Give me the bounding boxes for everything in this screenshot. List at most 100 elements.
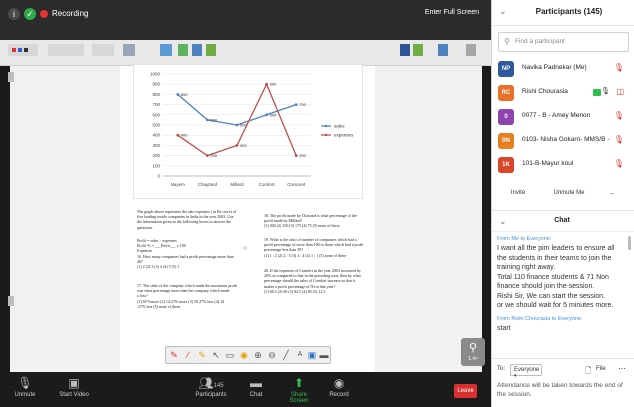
unmute-button[interactable]: 🎙︎ Unmute — [12, 376, 38, 398]
screen-share-icon — [593, 89, 601, 96]
message-text: start — [497, 324, 511, 332]
excel-icon[interactable] — [413, 44, 423, 56]
file-icon[interactable]: 🗋 — [585, 365, 591, 379]
more-icon[interactable]: ▬ — [318, 349, 330, 361]
video-off-icon[interactable]: ◫ — [616, 87, 624, 96]
data-point-expenses — [235, 144, 239, 147]
chat-button[interactable]: ▬ Chat — [244, 376, 268, 398]
question-intro: The graph above represents the sale expe… — [137, 209, 237, 230]
data-point-expenses — [176, 133, 180, 137]
present-icon[interactable] — [438, 44, 448, 56]
red-swatch-icon[interactable] — [12, 48, 16, 52]
zoom-out-icon[interactable]: ⊖ — [266, 349, 278, 361]
data-label-expenses: 300 — [240, 143, 247, 148]
collapse-chevron-icon[interactable]: ⌄ — [499, 216, 507, 227]
message-text: I want all the pim leaders to ensure all… — [497, 245, 615, 309]
recording-label: Recording — [52, 9, 89, 18]
pen-icon[interactable]: ✎ — [168, 349, 180, 361]
share-screen-button[interactable]: ⬆ Share Screen — [281, 376, 317, 404]
eraser-icon[interactable]: ▭ — [224, 349, 236, 361]
data-point-expenses — [265, 82, 268, 86]
participant-row[interactable]: 1K 101-B-Mayur koul 🎙︎ — [492, 154, 634, 176]
settings-icon[interactable] — [466, 44, 476, 56]
highlighter-icon[interactable]: ✎ — [196, 349, 208, 361]
text-icon[interactable]: A — [294, 349, 306, 361]
participant-row[interactable]: 0N 0103- Nisha Gokarn- MMS/B - 🎙︎ — [492, 130, 634, 152]
x-tick-label: Millard — [230, 182, 244, 187]
avatar: 0 — [498, 109, 514, 125]
zoom-in-icon[interactable]: ⊕ — [252, 349, 264, 361]
participant-row[interactable]: RC Rishi Chourasia 🎙︎ ◫ — [492, 82, 634, 104]
info-icon[interactable]: i — [8, 8, 20, 20]
more-options-icon[interactable]: ⋯ — [618, 364, 626, 373]
magnifier-plus-icon: ⚲ — [468, 342, 478, 354]
y-tick-label: 100 — [152, 163, 160, 168]
line-icon[interactable]: ╱ — [280, 349, 292, 361]
participant-name: 0103- Nisha Gokarn- MMS/B - — [522, 136, 610, 143]
line-width-group[interactable] — [92, 44, 114, 56]
line-chart: 01002003004005006007008009001000Nayem Cha… — [133, 64, 363, 199]
black-swatch-icon[interactable] — [24, 48, 28, 52]
data-label-sales: 500 — [240, 123, 247, 128]
recipient-select[interactable]: Everyone ▾ — [510, 364, 542, 379]
mic-muted-icon[interactable]: 🎙︎ — [614, 135, 624, 144]
unmute-me-button[interactable]: Unmute Me — [547, 186, 591, 200]
participants-icon: 👥︎145 — [198, 376, 224, 390]
word-icon[interactable] — [400, 44, 410, 56]
enter-fullscreen-button[interactable]: Enter Full Screen — [425, 9, 479, 16]
scroll-down-marker[interactable] — [8, 296, 14, 306]
avatar: RC — [498, 85, 514, 101]
mic-muted-icon[interactable]: 🎙︎ — [614, 63, 624, 72]
file-button[interactable]: File — [596, 366, 606, 372]
chat-scrollbar[interactable] — [628, 236, 631, 250]
participant-name: 0077 - B - Amey Menon — [522, 112, 591, 119]
participant-search-input[interactable]: ⚲ Find a participant — [498, 32, 629, 52]
pointer-icon[interactable]: ↖ — [210, 349, 222, 361]
picture-icon[interactable] — [178, 44, 188, 56]
video-off-icon: ▣ — [68, 376, 80, 390]
question-20: 20. If the expenses of Comfort in the ye… — [264, 268, 361, 294]
meeting-controls: 🎙︎ Unmute ▣ Start Video 👥︎145 Participan… — [0, 372, 491, 407]
shape-icon[interactable] — [160, 44, 172, 56]
y-tick-label: 200 — [152, 153, 160, 158]
question-16: Profit = sales − expenses Profit % = ___… — [137, 238, 234, 270]
zoom-control[interactable]: ⚲ 1.4× — [461, 338, 485, 366]
more-button[interactable]: ... — [604, 186, 620, 200]
mic-muted-icon[interactable]: 🎙︎ — [614, 159, 624, 168]
participant-row[interactable]: 0 0077 - B - Amey Menon 🎙︎ — [492, 106, 634, 128]
meeting-topbar: i ✓ Recording Enter Full Screen — [0, 0, 491, 40]
invite-button[interactable]: Invite — [504, 186, 532, 200]
data-label-expenses: 200 — [210, 153, 217, 158]
question-19: 19. What is the ratio of number of compa… — [264, 237, 364, 258]
record-button[interactable]: ◉ Record — [325, 376, 353, 398]
chat-messages: From Me to Everyone: I want all the pim … — [497, 236, 621, 358]
participant-row[interactable]: NP Navika Padnekar (Me) 🎙︎ — [492, 58, 634, 80]
recording-dot-icon — [40, 10, 48, 18]
data-point-expenses — [294, 154, 298, 157]
leave-button[interactable]: Leave — [454, 384, 477, 398]
chart-icon[interactable] — [192, 44, 202, 56]
share-screen-icon: ⬆ — [293, 376, 305, 390]
shield-icon[interactable]: ✓ — [24, 8, 36, 20]
x-tick-label: Nayem — [171, 182, 186, 187]
x-tick-label: Crescent — [287, 182, 306, 187]
avatar: NP — [498, 61, 514, 77]
table-icon[interactable] — [206, 44, 216, 56]
start-video-button[interactable]: ▣ Start Video — [56, 376, 92, 398]
search-icon: ⚲ — [504, 37, 510, 46]
line-style-group[interactable] — [48, 44, 84, 56]
chat-message-input[interactable]: Attendance will be taken towards the end… — [497, 381, 629, 399]
layout-icon[interactable] — [123, 44, 135, 56]
stamp-icon[interactable]: ◉ — [238, 349, 250, 361]
mic-muted-icon[interactable]: 🎙︎ — [614, 111, 624, 120]
scroll-up-marker[interactable] — [8, 72, 14, 82]
brush-icon[interactable]: ⁄ — [182, 349, 194, 361]
message-sender: From Me to Everyone: — [497, 236, 552, 242]
blue-swatch-icon[interactable] — [18, 48, 22, 52]
image-icon[interactable]: ▣ — [306, 349, 318, 361]
x-tick-label: Comfort — [259, 182, 276, 187]
to-label: To: — [497, 366, 506, 372]
chat-title: Chat — [554, 217, 570, 224]
participants-button[interactable]: 👥︎145 Participants — [190, 376, 232, 398]
collapse-chevron-icon[interactable]: ⌄ — [499, 6, 507, 17]
